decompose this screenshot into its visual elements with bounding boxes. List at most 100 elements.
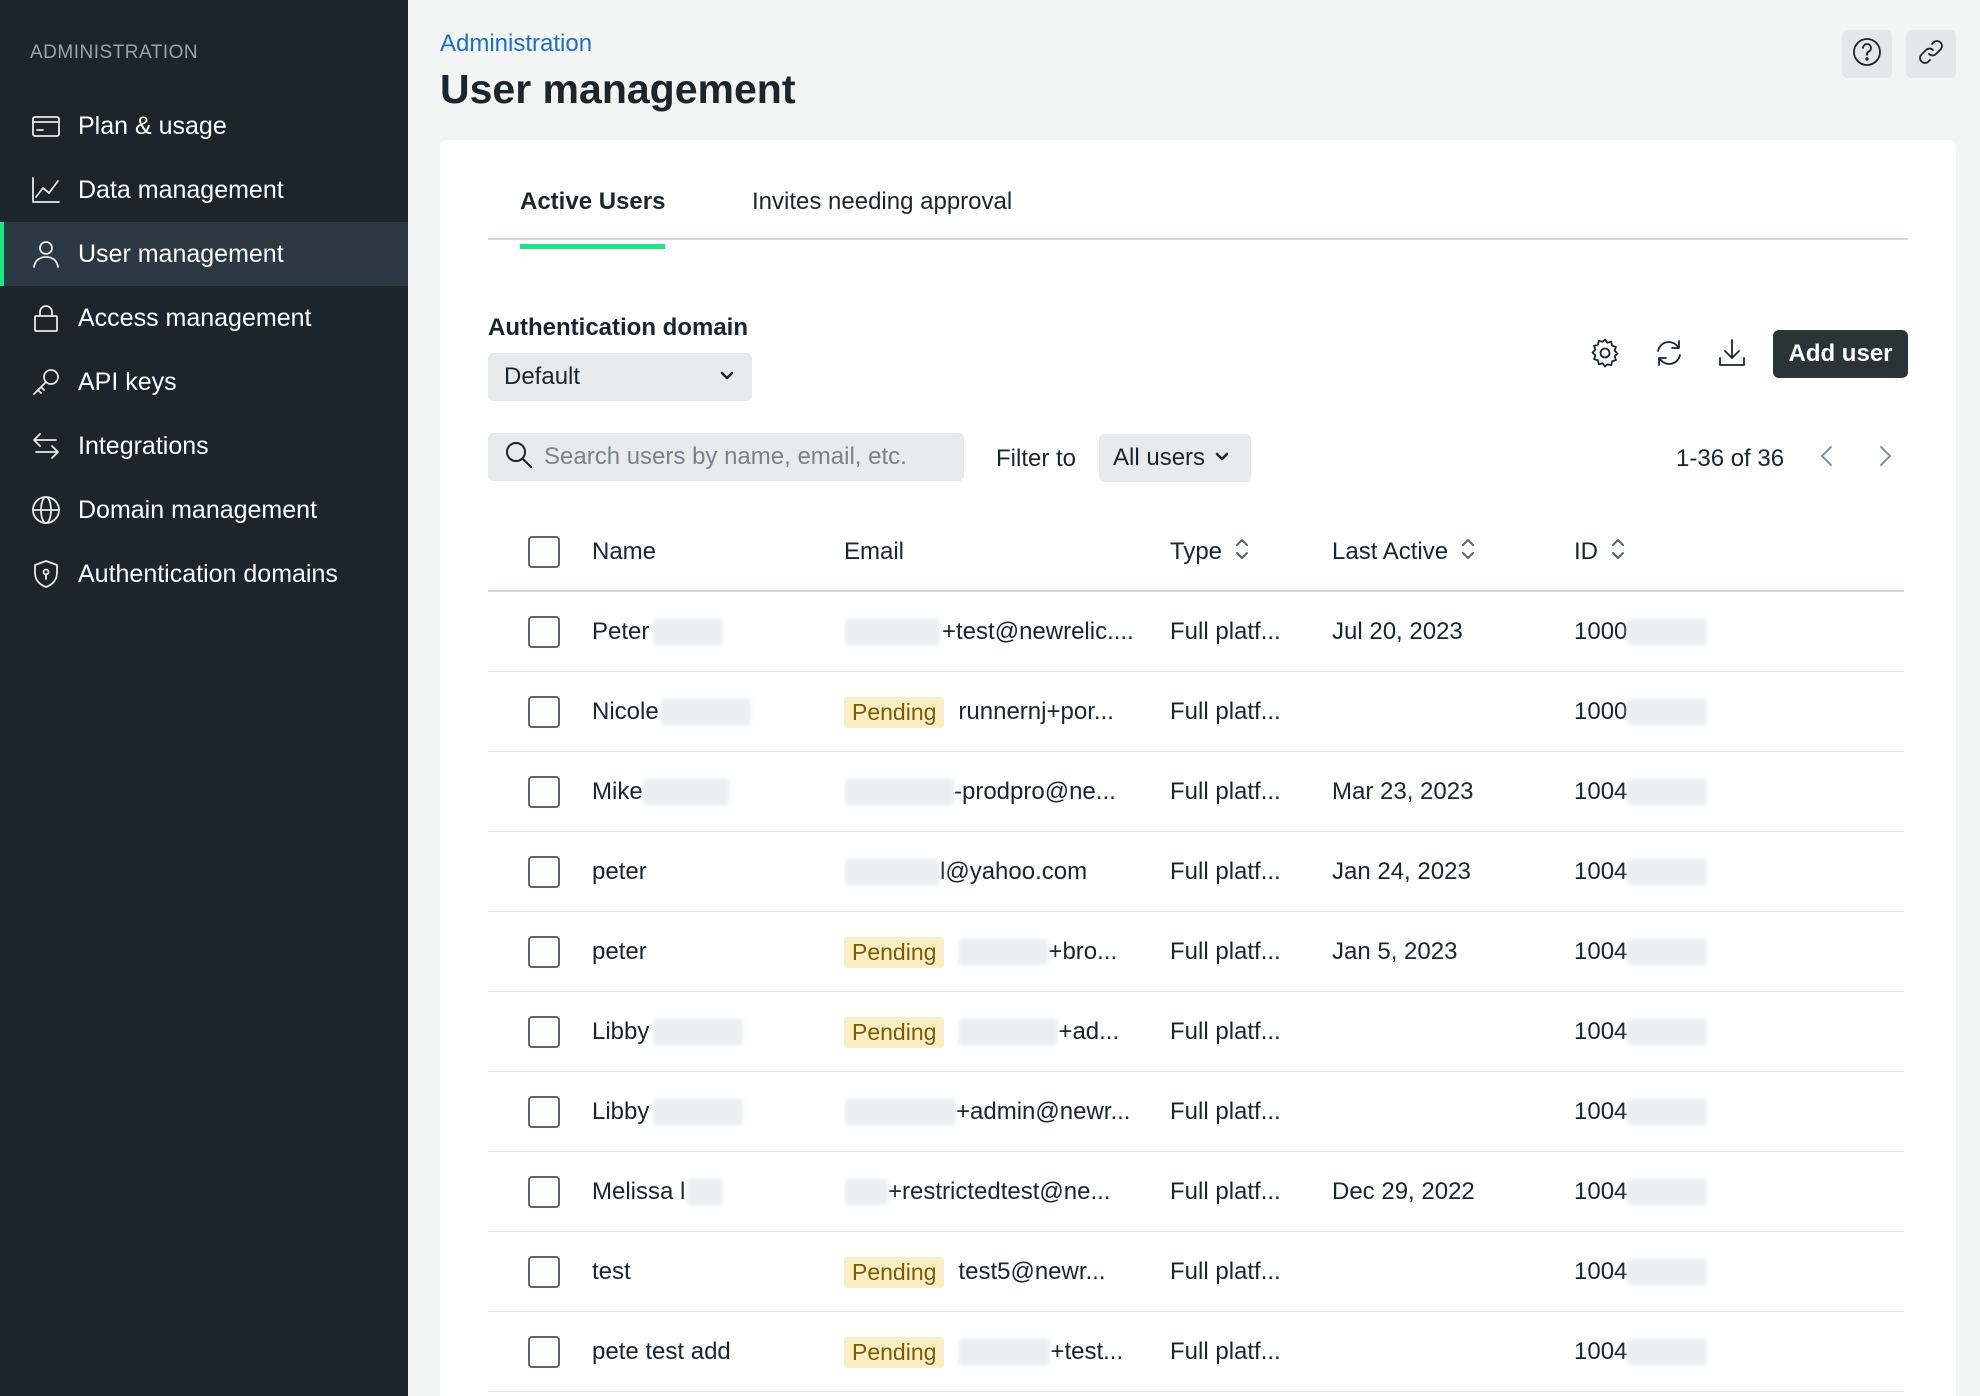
- user-type: Full platf...: [1170, 1178, 1281, 1205]
- table-row[interactable]: peter l@yahoo.com Full platf... Jan 24, …: [488, 832, 1904, 912]
- pagination-text: 1-36 of 36: [1676, 445, 1785, 472]
- search-input[interactable]: Search users by name, email, etc.: [488, 433, 964, 481]
- table-row[interactable]: Peter +test@newrelic.... Full platf... J…: [488, 592, 1904, 672]
- column-header-last-active-label: Last Active: [1332, 538, 1449, 565]
- sidebar-item-user-management[interactable]: User management: [0, 222, 408, 286]
- download-button[interactable]: [1708, 331, 1756, 379]
- column-header-id[interactable]: ID: [1574, 512, 1626, 592]
- user-id: 1004: [1574, 778, 1628, 805]
- sidebar-item-integrations[interactable]: Integrations: [0, 414, 408, 478]
- user-type: Full platf...: [1170, 618, 1281, 645]
- pending-badge: Pending: [844, 1336, 945, 1368]
- add-user-button[interactable]: Add user: [1773, 330, 1908, 378]
- user-last-active: Dec 29, 2022: [1332, 1178, 1475, 1205]
- user-type: Full platf...: [1170, 858, 1281, 885]
- help-icon: [1851, 36, 1883, 73]
- user-name: peter: [592, 858, 647, 885]
- column-header-name[interactable]: Name: [592, 512, 656, 592]
- user-name: peter: [592, 938, 647, 965]
- sidebar-item-label: Integrations: [78, 431, 209, 460]
- user-id: 1004: [1574, 1338, 1628, 1365]
- column-header-last-active[interactable]: Last Active: [1332, 512, 1476, 592]
- user-type: Full platf...: [1170, 778, 1281, 805]
- breadcrumb[interactable]: Administration: [440, 30, 592, 58]
- previous-page-button[interactable]: [1805, 436, 1849, 480]
- user-last-active: [1332, 1072, 1552, 1152]
- pending-badge: Pending: [844, 1016, 945, 1048]
- filter-select[interactable]: All users: [1099, 434, 1251, 482]
- user-email: +ad...: [1058, 1018, 1120, 1045]
- row-checkbox[interactable]: [528, 752, 560, 832]
- tab-invites-needing-approval[interactable]: Invites needing approval: [752, 188, 1012, 244]
- sidebar-item-label: Plan & usage: [78, 111, 227, 140]
- table-row[interactable]: Libby Pending +ad... Full platf... 1004: [488, 992, 1904, 1072]
- globe-icon: [30, 494, 62, 526]
- filter-label: Filter to: [996, 445, 1077, 472]
- sidebar-item-plan-usage[interactable]: Plan & usage: [0, 94, 408, 158]
- table-row[interactable]: Nicole Pending runnernj+por... Full platf…: [488, 672, 1904, 752]
- user-last-active: Jul 20, 2023: [1332, 618, 1463, 645]
- sidebar-item-access-management[interactable]: Access management: [0, 286, 408, 350]
- copy-link-button[interactable]: [1906, 30, 1956, 78]
- line-chart-icon: [30, 174, 62, 206]
- table-row[interactable]: peter Pending +bro... Full platf... Jan 5…: [488, 912, 1904, 992]
- user-name: Nicole: [592, 698, 659, 725]
- sidebar-item-authentication-domains[interactable]: Authentication domains: [0, 542, 408, 606]
- auth-domain-select[interactable]: Default: [488, 353, 752, 401]
- user-type: Full platf...: [1170, 1098, 1281, 1125]
- user-name: pete test add: [592, 1338, 731, 1365]
- auth-domain-label: Authentication domain: [488, 314, 748, 341]
- user-id: 1004: [1574, 858, 1628, 885]
- column-header-email[interactable]: Email: [844, 512, 904, 592]
- sidebar-item-domain-management[interactable]: Domain management: [0, 478, 408, 542]
- gear-icon: [1588, 336, 1622, 375]
- select-all-checkbox[interactable]: [528, 512, 560, 592]
- sidebar-item-api-keys[interactable]: API keys: [0, 350, 408, 414]
- sidebar: ADMINISTRATION Plan & usage Data managem…: [0, 0, 408, 1396]
- settings-button[interactable]: [1581, 331, 1629, 379]
- user-email: runnernj+por...: [958, 698, 1114, 725]
- user-name: Libby: [592, 1018, 650, 1045]
- user-last-active: Jan 24, 2023: [1332, 858, 1471, 885]
- user-last-active: Jan 5, 2023: [1332, 938, 1458, 965]
- sidebar-item-label: Access management: [78, 303, 312, 332]
- tab-active-users[interactable]: Active Users: [520, 188, 666, 249]
- refresh-button[interactable]: [1645, 331, 1693, 379]
- table-row[interactable]: Melissa l +restrictedtest@ne... Full pla…: [488, 1152, 1904, 1232]
- row-checkbox[interactable]: [528, 1232, 560, 1312]
- user-name: Melissa l: [592, 1178, 686, 1205]
- column-header-type[interactable]: Type: [1170, 512, 1250, 592]
- table-row[interactable]: Libby +admin@newr... Full platf... 1004: [488, 1072, 1904, 1152]
- row-checkbox[interactable]: [528, 912, 560, 992]
- table-row[interactable]: Mike -prodpro@ne... Full platf... Mar 23…: [488, 752, 1904, 832]
- user-last-active: Mar 23, 2023: [1332, 778, 1474, 805]
- table-row[interactable]: pete test add Pending +test... Full platf…: [488, 1312, 1904, 1392]
- refresh-icon: [1652, 336, 1686, 375]
- credit-card-icon: [30, 110, 62, 142]
- content-card: Active Users Invites needing approval Au…: [440, 140, 1956, 1396]
- row-checkbox[interactable]: [528, 992, 560, 1072]
- user-email: +bro...: [1048, 938, 1118, 965]
- table-header: Name Email Type Last Active ID: [488, 512, 1904, 592]
- user-email: +test...: [1050, 1338, 1124, 1365]
- row-checkbox[interactable]: [528, 672, 560, 752]
- next-page-button[interactable]: [1863, 436, 1907, 480]
- key-icon: [30, 366, 62, 398]
- search-placeholder: Search users by name, email, etc.: [544, 443, 907, 470]
- sidebar-item-data-management[interactable]: Data management: [0, 158, 408, 222]
- user-icon: [30, 238, 62, 270]
- row-checkbox[interactable]: [528, 832, 560, 912]
- user-type: Full platf...: [1170, 1258, 1281, 1285]
- row-checkbox[interactable]: [528, 1312, 560, 1392]
- user-email: +test@newrelic....: [942, 618, 1134, 645]
- chevron-right-icon: [1872, 443, 1898, 474]
- row-checkbox[interactable]: [528, 1072, 560, 1152]
- help-button[interactable]: [1842, 30, 1892, 78]
- user-last-active: [1332, 672, 1552, 752]
- user-name: test: [592, 1258, 631, 1285]
- row-checkbox[interactable]: [528, 1152, 560, 1232]
- filter-value: All users: [1113, 444, 1206, 471]
- table-row[interactable]: test Pending test5@newr... Full platf... …: [488, 1232, 1904, 1312]
- row-checkbox[interactable]: [528, 592, 560, 672]
- user-type: Full platf...: [1170, 1018, 1281, 1045]
